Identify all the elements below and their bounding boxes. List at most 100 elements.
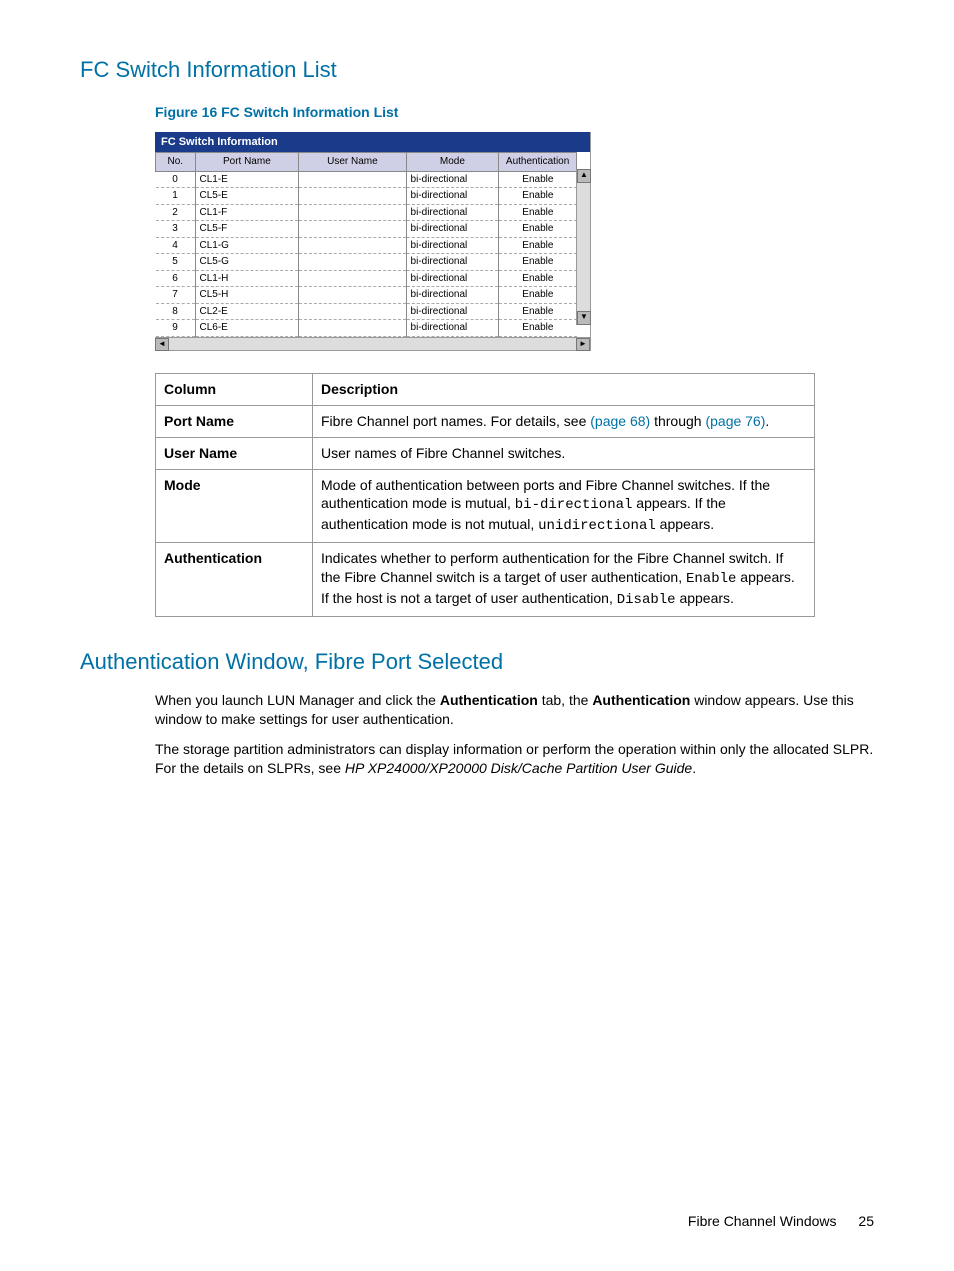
footer-section: Fibre Channel Windows [688, 1213, 837, 1229]
page-footer: Fibre Channel Windows 25 [688, 1212, 874, 1231]
cell-no: 0 [156, 171, 196, 188]
cell-auth: Enable [499, 237, 577, 254]
page-number: 25 [858, 1213, 874, 1229]
cell-mode: bi-directional [406, 303, 499, 320]
table-row[interactable]: 3CL5-F bi-directionalEnable [156, 221, 577, 238]
cell-mode: bi-directional [406, 287, 499, 304]
cell-user [299, 320, 406, 337]
cell-port: CL2-E [195, 303, 299, 320]
bold-authentication-1: Authentication [440, 692, 538, 708]
table-row[interactable]: 4CL1-Gbi-directionalEnable [156, 237, 577, 254]
row-label-user: User Name [156, 437, 313, 469]
table-row[interactable]: 2CL1-Fbi-directionalEnable [156, 204, 577, 221]
cell-user [299, 287, 406, 304]
cell-mode: bi-directional [406, 270, 499, 287]
italic-user-guide: HP XP24000/XP20000 Disk/Cache Partition … [345, 760, 692, 776]
table-row[interactable]: 5CL5-G bi-directionalEnable [156, 254, 577, 271]
bold-authentication-2: Authentication [592, 692, 690, 708]
cell-port: CL5-G [195, 254, 299, 271]
fc-switch-table: No. Port Name User Name Mode Authenticat… [155, 152, 577, 337]
cell-user [299, 188, 406, 205]
row-desc-port: Fibre Channel port names. For details, s… [313, 405, 815, 437]
cell-no: 4 [156, 237, 196, 254]
horizontal-scrollbar[interactable]: ◄ ► [155, 337, 590, 350]
row-desc-auth: Indicates whether to perform authenticat… [313, 543, 815, 617]
cell-auth: Enable [499, 254, 577, 271]
section-heading-fc-switch: FC Switch Information List [80, 55, 874, 85]
table-row: Port Name Fibre Channel port names. For … [156, 405, 815, 437]
table-row[interactable]: 9CL6-E bi-directionalEnable [156, 320, 577, 337]
cell-port: CL5-H [195, 287, 299, 304]
cell-port: CL5-F [195, 221, 299, 238]
scroll-down-icon[interactable]: ▼ [577, 311, 591, 325]
cell-user [299, 204, 406, 221]
code-enable: Enable [686, 571, 736, 587]
col-mode: Mode [406, 153, 499, 172]
cell-no: 8 [156, 303, 196, 320]
cell-auth: Enable [499, 287, 577, 304]
cell-mode: bi-directional [406, 237, 499, 254]
cell-auth: Enable [499, 270, 577, 287]
col-user: User Name [299, 153, 406, 172]
table-row[interactable]: 6CL1-H bi-directionalEnable [156, 270, 577, 287]
row-desc-user: User names of Fibre Channel switches. [313, 437, 815, 469]
col-no: No. [156, 153, 196, 172]
table-row[interactable]: 1CL5-E bi-directionalEnable [156, 188, 577, 205]
scroll-left-icon[interactable]: ◄ [155, 338, 169, 351]
scroll-up-icon[interactable]: ▲ [577, 169, 591, 183]
body-paragraph-1: When you launch LUN Manager and click th… [155, 691, 874, 729]
cell-port: CL5-E [195, 188, 299, 205]
table-row: User Name User names of Fibre Channel sw… [156, 437, 815, 469]
link-page-76[interactable]: (page 76) [705, 413, 765, 429]
cell-port: CL1-H [195, 270, 299, 287]
cell-user [299, 270, 406, 287]
cell-mode: bi-directional [406, 221, 499, 238]
cell-auth: Enable [499, 188, 577, 205]
row-label-port: Port Name [156, 405, 313, 437]
cell-port: CL6-E [195, 320, 299, 337]
row-desc-mode: Mode of authentication between ports and… [313, 469, 815, 543]
cell-no: 2 [156, 204, 196, 221]
row-label-mode: Mode [156, 469, 313, 543]
table-row: Mode Mode of authentication between port… [156, 469, 815, 543]
section-heading-auth-window: Authentication Window, Fibre Port Select… [80, 647, 874, 677]
cell-user [299, 237, 406, 254]
cell-mode: bi-directional [406, 188, 499, 205]
table-row[interactable]: 7CL5-H bi-directionalEnable [156, 287, 577, 304]
cell-no: 1 [156, 188, 196, 205]
cell-user [299, 303, 406, 320]
cell-no: 6 [156, 270, 196, 287]
desc-header-column: Column [156, 373, 313, 405]
cell-port: CL1-E [195, 171, 299, 188]
table-row[interactable]: 8CL2-E bi-directionalEnable [156, 303, 577, 320]
table-row[interactable]: 0CL1-Ebi-directionalEnable [156, 171, 577, 188]
desc-header-row: Column Description [156, 373, 815, 405]
code-unidirectional: unidirectional [538, 518, 656, 534]
code-bidirectional: bi-directional [515, 497, 633, 513]
cell-mode: bi-directional [406, 171, 499, 188]
cell-auth: Enable [499, 204, 577, 221]
vertical-scrollbar[interactable]: ▲ ▼ [576, 169, 590, 325]
code-disable: Disable [617, 592, 676, 608]
scroll-right-icon[interactable]: ► [576, 338, 590, 351]
cell-no: 3 [156, 221, 196, 238]
col-port: Port Name [195, 153, 299, 172]
cell-mode: bi-directional [406, 254, 499, 271]
col-auth: Authentication [499, 153, 577, 172]
cell-no: 7 [156, 287, 196, 304]
link-page-68[interactable]: (page 68) [590, 413, 650, 429]
figure-caption: Figure 16 FC Switch Information List [155, 103, 874, 122]
cell-auth: Enable [499, 320, 577, 337]
cell-no: 9 [156, 320, 196, 337]
cell-port: CL1-F [195, 204, 299, 221]
cell-user [299, 171, 406, 188]
table-row: Authentication Indicates whether to perf… [156, 543, 815, 617]
cell-mode: bi-directional [406, 320, 499, 337]
fc-table-header: No. Port Name User Name Mode Authenticat… [156, 153, 577, 172]
fc-switch-info-panel: FC Switch Information No. Port Name User… [155, 132, 591, 351]
cell-auth: Enable [499, 303, 577, 320]
fc-switch-info-title: FC Switch Information [155, 132, 590, 153]
cell-no: 5 [156, 254, 196, 271]
cell-user [299, 221, 406, 238]
cell-auth: Enable [499, 221, 577, 238]
